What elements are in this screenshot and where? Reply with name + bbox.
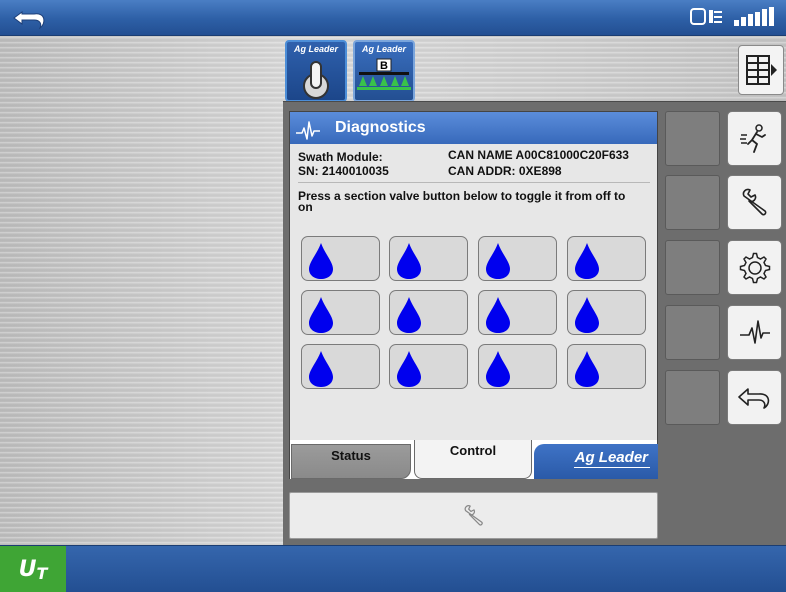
back-arrow-icon (13, 11, 45, 30)
section-valve-button[interactable] (478, 290, 557, 335)
section-valve-button[interactable] (567, 344, 646, 389)
sprayer-boom-icon: B (357, 58, 411, 90)
water-drop-icon (575, 243, 599, 279)
section-valve-button[interactable] (567, 290, 646, 335)
section-valve-button[interactable] (567, 236, 646, 281)
tab-bar: Status Control Ag Leader (290, 440, 658, 479)
empty-slot (665, 305, 720, 360)
diagnostics-body: Swath Module: SN: 2140010035 CAN NAME A0… (290, 144, 657, 440)
empty-slot (665, 370, 720, 425)
empty-slot (665, 240, 720, 295)
top-bar (0, 0, 786, 36)
water-drop-icon (486, 243, 510, 279)
can-addr: CAN ADDR: 0XE898 (448, 164, 562, 178)
grid-layout-icon (746, 55, 777, 85)
status-icons (690, 6, 776, 28)
signal-strength-icon[interactable] (732, 6, 776, 28)
app-tab-brand: Ag Leader (293, 44, 338, 54)
water-drop-icon (397, 351, 421, 387)
brand-underline (574, 467, 650, 468)
section-valve-button[interactable] (389, 290, 468, 335)
bottom-bar: UT (0, 545, 786, 592)
sprayer-badge: B (380, 60, 388, 72)
section-valve-button[interactable] (389, 344, 468, 389)
back-button[interactable] (6, 4, 58, 32)
wrench-icon (742, 188, 766, 215)
tab-status[interactable]: Status (291, 444, 411, 479)
water-drop-icon (397, 243, 421, 279)
gear-icon (739, 252, 770, 283)
calibration-button[interactable] (289, 492, 658, 539)
section-valve-button[interactable] (301, 344, 380, 389)
settings-button[interactable] (727, 240, 782, 295)
wrench-icon (464, 504, 483, 526)
return-arrow-icon (737, 387, 769, 409)
switch-toggle-icon (303, 61, 329, 99)
can-name: CAN NAME A00C81000C20F633 (448, 148, 629, 162)
section-valve-button[interactable] (301, 290, 380, 335)
water-drop-icon (486, 351, 510, 387)
empty-slot (665, 175, 720, 230)
operator-running-icon (739, 123, 766, 153)
brand-logo-text: Ag Leader (574, 449, 648, 466)
app-tab-switch[interactable]: Ag Leader (285, 40, 347, 102)
diagnostics-window: Diagnostics Swath Module: SN: 2140010035… (289, 111, 658, 479)
diagnostics-button[interactable] (727, 305, 782, 360)
divider (298, 182, 650, 183)
section-valve-button[interactable] (301, 236, 380, 281)
water-drop-icon (575, 297, 599, 333)
water-drop-icon (309, 297, 333, 333)
operator-button[interactable] (727, 111, 782, 166)
app-tab-sprayer[interactable]: Ag Leader B (353, 40, 415, 102)
instructions-text: Press a section valve button below to to… (298, 189, 626, 214)
section-valve-button[interactable] (478, 236, 557, 281)
app-tab-brand: Ag Leader (361, 44, 406, 54)
layout-toggle-button[interactable] (738, 45, 784, 95)
ut-logo-subscript: T (36, 564, 48, 583)
diagnostics-pulse-icon (296, 121, 320, 140)
empty-slot (665, 111, 720, 166)
section-valve-button[interactable] (478, 344, 557, 389)
serial-number: SN: 2140010035 (298, 164, 389, 178)
section-valve-button[interactable] (389, 236, 468, 281)
diagnostics-pulse-icon (739, 319, 770, 344)
swath-module-label: Swath Module: (298, 150, 383, 164)
water-drop-icon (397, 297, 421, 333)
water-drop-icon (309, 351, 333, 387)
diagnostics-title-bar: Diagnostics (290, 112, 657, 144)
tab-control[interactable]: Control (414, 440, 532, 479)
water-drop-icon (486, 297, 510, 333)
water-drop-icon (575, 351, 599, 387)
ut-logo-text: U (18, 557, 37, 582)
display-link-icon[interactable] (690, 6, 724, 28)
water-drop-icon (309, 243, 333, 279)
diagnostics-title: Diagnostics (335, 119, 426, 136)
brand-tab: Ag Leader (534, 444, 658, 479)
universal-terminal-logo[interactable]: UT (0, 546, 66, 592)
tools-button[interactable] (727, 175, 782, 230)
return-button[interactable] (727, 370, 782, 425)
